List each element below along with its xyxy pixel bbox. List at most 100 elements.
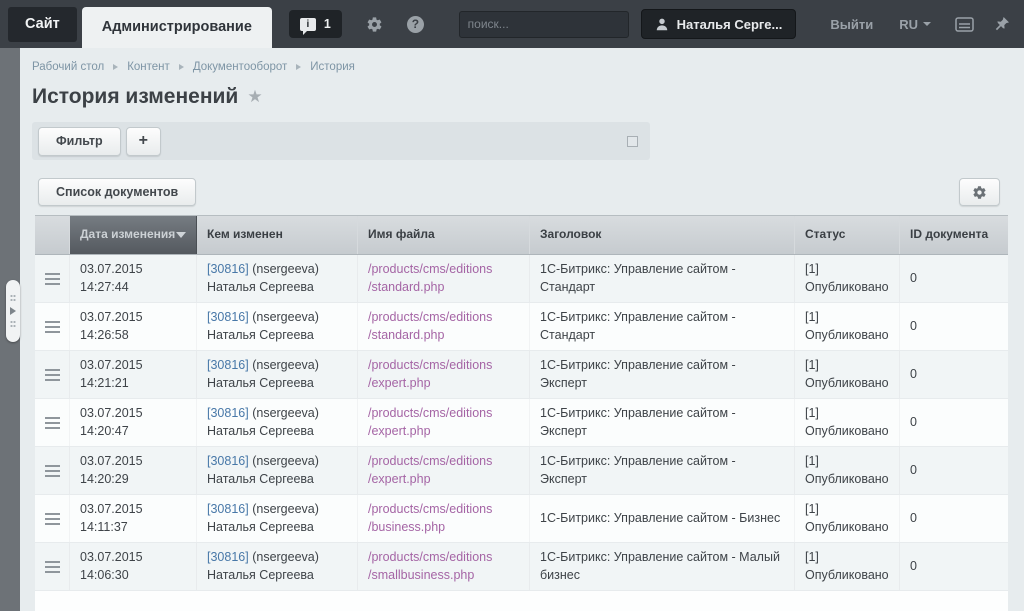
user-fullname: Наталья Сергеева: [207, 327, 347, 345]
row-drag-cell: [35, 495, 70, 542]
table-row[interactable]: 03.07.2015 14:20:29 [30816] (nsergeeva) …: [35, 447, 1008, 495]
user-id-link[interactable]: [30816]: [207, 262, 249, 276]
language-selector[interactable]: RU: [899, 17, 931, 32]
logout-link[interactable]: Выйти: [830, 17, 873, 32]
status-badge: [1] Опубликовано: [805, 261, 889, 296]
doc-id-cell: 0: [900, 399, 1008, 446]
tab-administration[interactable]: Администрирование: [82, 7, 272, 48]
table-row[interactable]: 03.07.2015 14:27:44 [30816] (nsergeeva) …: [35, 255, 1008, 303]
current-user-button[interactable]: Наталья Серге...: [641, 9, 797, 39]
drag-handle-icon[interactable]: [45, 273, 60, 285]
row-drag-cell: [35, 351, 70, 398]
file-path-link[interactable]: /products/cms/editions: [368, 309, 519, 327]
table-row[interactable]: 03.07.2015 14:11:37 [30816] (nsergeeva) …: [35, 495, 1008, 543]
file-path-link[interactable]: /products/cms/editions: [368, 501, 519, 519]
table-header: Дата изменения Кем изменен Имя файла Заг…: [35, 215, 1008, 255]
sidebar-toggle[interactable]: [6, 280, 20, 342]
status-cell: [1] Опубликовано: [795, 255, 900, 302]
column-header-modified-by[interactable]: Кем изменен: [197, 216, 358, 254]
help-glyph: ?: [407, 16, 424, 33]
status-cell: [1] Опубликовано: [795, 543, 900, 590]
filter-settings-icon[interactable]: [627, 136, 638, 147]
file-name-link[interactable]: /standard.php: [368, 279, 519, 297]
user-id-link[interactable]: [30816]: [207, 454, 249, 468]
favorite-star-icon[interactable]: ★: [247, 87, 262, 107]
status-badge: [1] Опубликовано: [805, 501, 889, 536]
column-header-date[interactable]: Дата изменения: [70, 216, 197, 254]
file-name-link[interactable]: /expert.php: [368, 423, 519, 441]
drag-handle-icon[interactable]: [45, 417, 60, 429]
file-path-link[interactable]: /products/cms/editions: [368, 405, 519, 423]
change-time: 14:20:47: [80, 423, 186, 441]
file-cell: /products/cms/editions /expert.php: [358, 447, 530, 494]
user-id-link[interactable]: [30816]: [207, 358, 249, 372]
breadcrumb-item-workflow[interactable]: Документооборот: [193, 61, 287, 73]
notifications-button[interactable]: i 1: [289, 10, 342, 38]
drag-handle-icon[interactable]: [45, 513, 60, 525]
file-path-link[interactable]: /products/cms/editions: [368, 453, 519, 471]
breadcrumb-item-desktop[interactable]: Рабочий стол: [32, 61, 104, 73]
drag-handle-icon[interactable]: [45, 369, 60, 381]
grid-settings-button[interactable]: [959, 178, 1000, 206]
search-input[interactable]: [468, 17, 623, 31]
pin-icon[interactable]: [994, 16, 1010, 32]
grid-toolbar: Список документов: [35, 175, 1008, 215]
doc-id-cell: 0: [900, 543, 1008, 590]
breadcrumb-item-content[interactable]: Контент: [127, 61, 170, 73]
drag-handle-icon[interactable]: [45, 561, 60, 573]
user-login: (nsergeeva): [252, 502, 319, 516]
drag-handle-icon[interactable]: [45, 465, 60, 477]
column-label: Кем изменен: [207, 228, 283, 242]
file-path-link[interactable]: /products/cms/editions: [368, 357, 519, 375]
gear-icon: [972, 185, 987, 200]
collapsed-sidebar: [0, 48, 20, 611]
column-header-title[interactable]: Заголовок: [530, 216, 795, 254]
user-id-link[interactable]: [30816]: [207, 502, 249, 516]
user-cell: [30816] (nsergeeva) Наталья Сергеева: [197, 399, 358, 446]
user-id-link[interactable]: [30816]: [207, 310, 249, 324]
file-name-link[interactable]: /standard.php: [368, 327, 519, 345]
admin-screen: Сайт Администрирование i 1 ? Наталья Сер…: [0, 0, 1024, 611]
file-path-link[interactable]: /products/cms/editions: [368, 549, 519, 567]
user-id-link[interactable]: [30816]: [207, 550, 249, 564]
table-row[interactable]: 03.07.2015 14:06:30 [30816] (nsergeeva) …: [35, 543, 1008, 591]
doc-id-cell: 0: [900, 447, 1008, 494]
documents-grid: Список документов Дата изменения Кем изм…: [35, 175, 1008, 611]
file-name-link[interactable]: /business.php: [368, 519, 519, 537]
settings-gear-icon[interactable]: [366, 16, 383, 33]
table-row[interactable]: 03.07.2015 14:21:21 [30816] (nsergeeva) …: [35, 351, 1008, 399]
file-path-link[interactable]: /products/cms/editions: [368, 261, 519, 279]
status-cell: [1] Опубликовано: [795, 447, 900, 494]
user-line: [30816] (nsergeeva): [207, 549, 347, 567]
tab-site[interactable]: Сайт: [8, 7, 77, 42]
doc-id-cell: 0: [900, 303, 1008, 350]
add-filter-button[interactable]: +: [126, 127, 161, 156]
breadcrumb-item-history[interactable]: История: [310, 61, 355, 73]
document-id: 0: [910, 318, 998, 336]
user-icon: [655, 17, 669, 32]
document-list-tab[interactable]: Список документов: [38, 178, 196, 206]
user-name: Наталья Серге...: [677, 17, 783, 32]
row-drag-cell: [35, 399, 70, 446]
file-name-link[interactable]: /expert.php: [368, 375, 519, 393]
page-title: История изменений: [32, 85, 238, 109]
status-cell: [1] Опубликовано: [795, 495, 900, 542]
date-cell: 03.07.2015 14:06:30: [70, 543, 197, 590]
column-header-status[interactable]: Статус: [795, 216, 900, 254]
column-header-doc-id[interactable]: ID документа: [900, 216, 1008, 254]
file-name-link[interactable]: /expert.php: [368, 471, 519, 489]
table-row[interactable]: 03.07.2015 14:26:58 [30816] (nsergeeva) …: [35, 303, 1008, 351]
hotkeys-panel-icon[interactable]: [955, 17, 974, 32]
title-cell: 1С-Битрикс: Управление сайтом - Бизнес: [530, 495, 795, 542]
file-name-link[interactable]: /smallbusiness.php: [368, 567, 519, 585]
column-header-filename[interactable]: Имя файла: [358, 216, 530, 254]
status-cell: [1] Опубликовано: [795, 399, 900, 446]
change-date: 03.07.2015: [80, 549, 186, 567]
table-row[interactable]: 03.07.2015 14:20:47 [30816] (nsergeeva) …: [35, 399, 1008, 447]
filter-button[interactable]: Фильтр: [38, 127, 121, 156]
help-icon[interactable]: ?: [407, 16, 424, 33]
language-label: RU: [899, 17, 918, 32]
user-id-link[interactable]: [30816]: [207, 406, 249, 420]
drag-handle-icon[interactable]: [45, 321, 60, 333]
file-cell: /products/cms/editions /smallbusiness.ph…: [358, 543, 530, 590]
